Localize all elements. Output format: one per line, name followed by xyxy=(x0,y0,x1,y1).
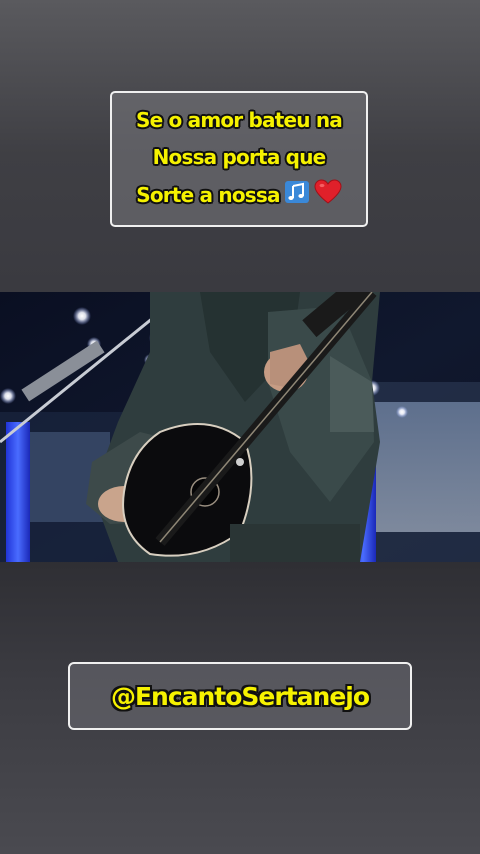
lyrics-line-1: Se o amor bateu na xyxy=(135,107,343,132)
music-notes-icon xyxy=(284,180,310,213)
red-heart-icon xyxy=(314,178,342,214)
lyrics-line-3: Sorte a nossa xyxy=(136,182,280,207)
lyrics-line-3-row: Sorte a nossa xyxy=(136,178,342,214)
video-frame[interactable] xyxy=(0,292,480,562)
lyrics-caption-box: Se o amor bateu na Nossa porta que Sorte… xyxy=(110,91,368,227)
channel-handle-box: @EncantoSertanejo xyxy=(68,662,412,730)
channel-handle: @EncantoSertanejo xyxy=(110,681,370,711)
lyrics-line-2: Nossa porta que xyxy=(152,144,327,169)
